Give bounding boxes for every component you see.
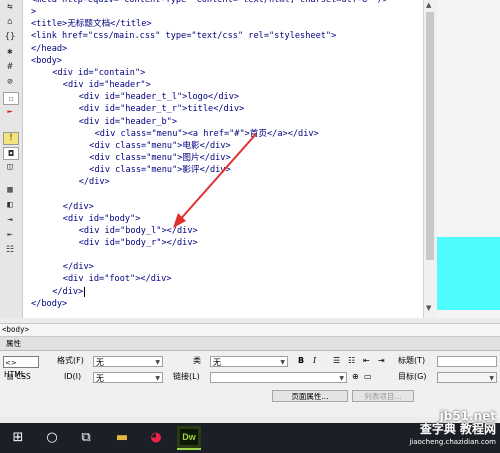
line-numbers-icon[interactable]: #	[3, 62, 17, 73]
format-value: 无	[96, 358, 104, 367]
class-label: 类	[193, 356, 201, 365]
expand-all-icon[interactable]: ✱	[3, 47, 17, 58]
target-select[interactable]: ▼	[437, 372, 497, 383]
balance-braces-icon[interactable]: {}	[3, 32, 17, 43]
properties-title: 属性	[6, 339, 21, 348]
ordered-list-icon[interactable]: ☷	[348, 355, 355, 367]
unordered-list-icon[interactable]: ☰	[333, 355, 340, 367]
chevron-down-icon: ▼	[155, 375, 160, 382]
chevron-down-icon: ▼	[155, 359, 160, 366]
chrome-icon[interactable]: ◕	[148, 430, 164, 446]
syntax-error-icon[interactable]: ☐	[3, 92, 19, 105]
tag-selector-bar: <body>	[0, 323, 500, 337]
target-label: 目标(G)	[398, 372, 427, 381]
collapse-icon[interactable]: ⇆	[3, 2, 17, 13]
apply-comment-icon[interactable]: ◘	[3, 147, 19, 160]
format-select[interactable]: 无 ▼	[93, 356, 163, 367]
scroll-up-icon[interactable]: ▲	[426, 1, 431, 9]
link-field[interactable]: ▼	[210, 372, 347, 383]
scroll-down-icon[interactable]: ▼	[426, 304, 431, 312]
code-view[interactable]: </body></div>​<div id="foot"></div></div…	[23, 0, 423, 318]
browse-folder-icon[interactable]: ▭	[364, 371, 372, 383]
chevron-down-icon: ▼	[489, 375, 494, 382]
chevron-down-icon: ▼	[339, 375, 344, 382]
code-scrollbar[interactable]: ▲ ▼	[423, 0, 437, 318]
watermark-main: jb51.net	[439, 409, 496, 423]
html-mode-icon: <>	[5, 359, 17, 367]
text-indent-icon[interactable]: ⇥	[378, 355, 385, 367]
task-view-icon[interactable]: ⧉	[78, 430, 94, 446]
design-cyan-block	[437, 237, 500, 310]
properties-header[interactable]: 属性	[0, 337, 500, 351]
css-mode-button[interactable]: ▤ CSS	[3, 371, 39, 383]
link-label: 链接(L)	[173, 372, 200, 381]
info-bar-icon[interactable]: !	[3, 132, 19, 145]
annotation-arrow-line	[177, 133, 257, 223]
watermark: jb51.net 查字典 教程网 jiaocheng.chazidian.com	[409, 410, 496, 449]
coding-toolbar: ⇆ ⌂ {} ✱ # ⊘ ☐ ⇤! ◘ ◫ ▦ ◧ ⇥ ⇤ ☷	[0, 0, 23, 318]
list-item-button[interactable]: 列表项目...	[352, 390, 414, 402]
point-to-file-icon[interactable]: ⊕	[352, 371, 359, 383]
watermark-line2: 查字典 教程网	[419, 422, 496, 436]
css-mode-label: CSS	[16, 372, 31, 381]
tag-selector-body[interactable]: <body>	[2, 325, 29, 334]
recent-snippet-icon[interactable]: ▦	[3, 185, 17, 196]
bold-button[interactable]: B	[298, 355, 304, 367]
search-icon[interactable]: ○	[44, 430, 60, 446]
outdent-icon[interactable]: ⇤	[3, 230, 17, 241]
format-label: 格式(F)	[57, 356, 84, 365]
properties-panel: <> HTML ▤ CSS 格式(F) 无 ▼ 类 无 ▼ B I ☰ ☷ ⇤ ⇥ …	[0, 351, 500, 417]
dreamweaver-taskbar-button[interactable]: Dw	[177, 426, 201, 450]
highlight-invalid-icon[interactable]: ⊘	[3, 77, 17, 88]
class-value: 无	[213, 358, 221, 367]
design-view[interactable]	[437, 0, 500, 318]
id-select[interactable]: 无 ▼	[93, 372, 163, 383]
page-properties-button[interactable]: 页面属性...	[272, 390, 348, 402]
italic-button[interactable]: I	[313, 355, 316, 367]
indent-icon[interactable]: ⇥	[3, 215, 17, 226]
html-mode-button[interactable]: <> HTML	[3, 356, 39, 379]
remove-comment-icon[interactable]: ◫	[3, 162, 17, 173]
id-value: 无	[96, 374, 104, 383]
class-select[interactable]: 无 ▼	[210, 356, 288, 367]
scroll-thumb[interactable]	[426, 12, 434, 260]
windows-start-icon[interactable]: ⊞	[10, 430, 26, 446]
css-mode-icon: ▤	[7, 373, 14, 381]
format-source-icon[interactable]: ☷	[3, 245, 17, 256]
title-field[interactable]	[437, 356, 497, 367]
title-label: 标题(T)	[398, 356, 426, 365]
watermark-small: jiaocheng.chazidian.com	[409, 438, 496, 446]
dreamweaver-icon: Dw	[180, 429, 198, 445]
select-parent-tag-icon[interactable]: ⌂	[3, 17, 17, 28]
id-label: ID(I)	[64, 372, 82, 381]
annotation-arrow	[173, 133, 257, 228]
chevron-down-icon: ▼	[280, 359, 285, 366]
word-wrap-icon[interactable]: ⇤	[3, 107, 17, 118]
move-css-icon[interactable]: ◧	[3, 200, 17, 211]
text-outdent-icon[interactable]: ⇤	[363, 355, 370, 367]
file-explorer-icon[interactable]: ▬	[114, 430, 130, 446]
